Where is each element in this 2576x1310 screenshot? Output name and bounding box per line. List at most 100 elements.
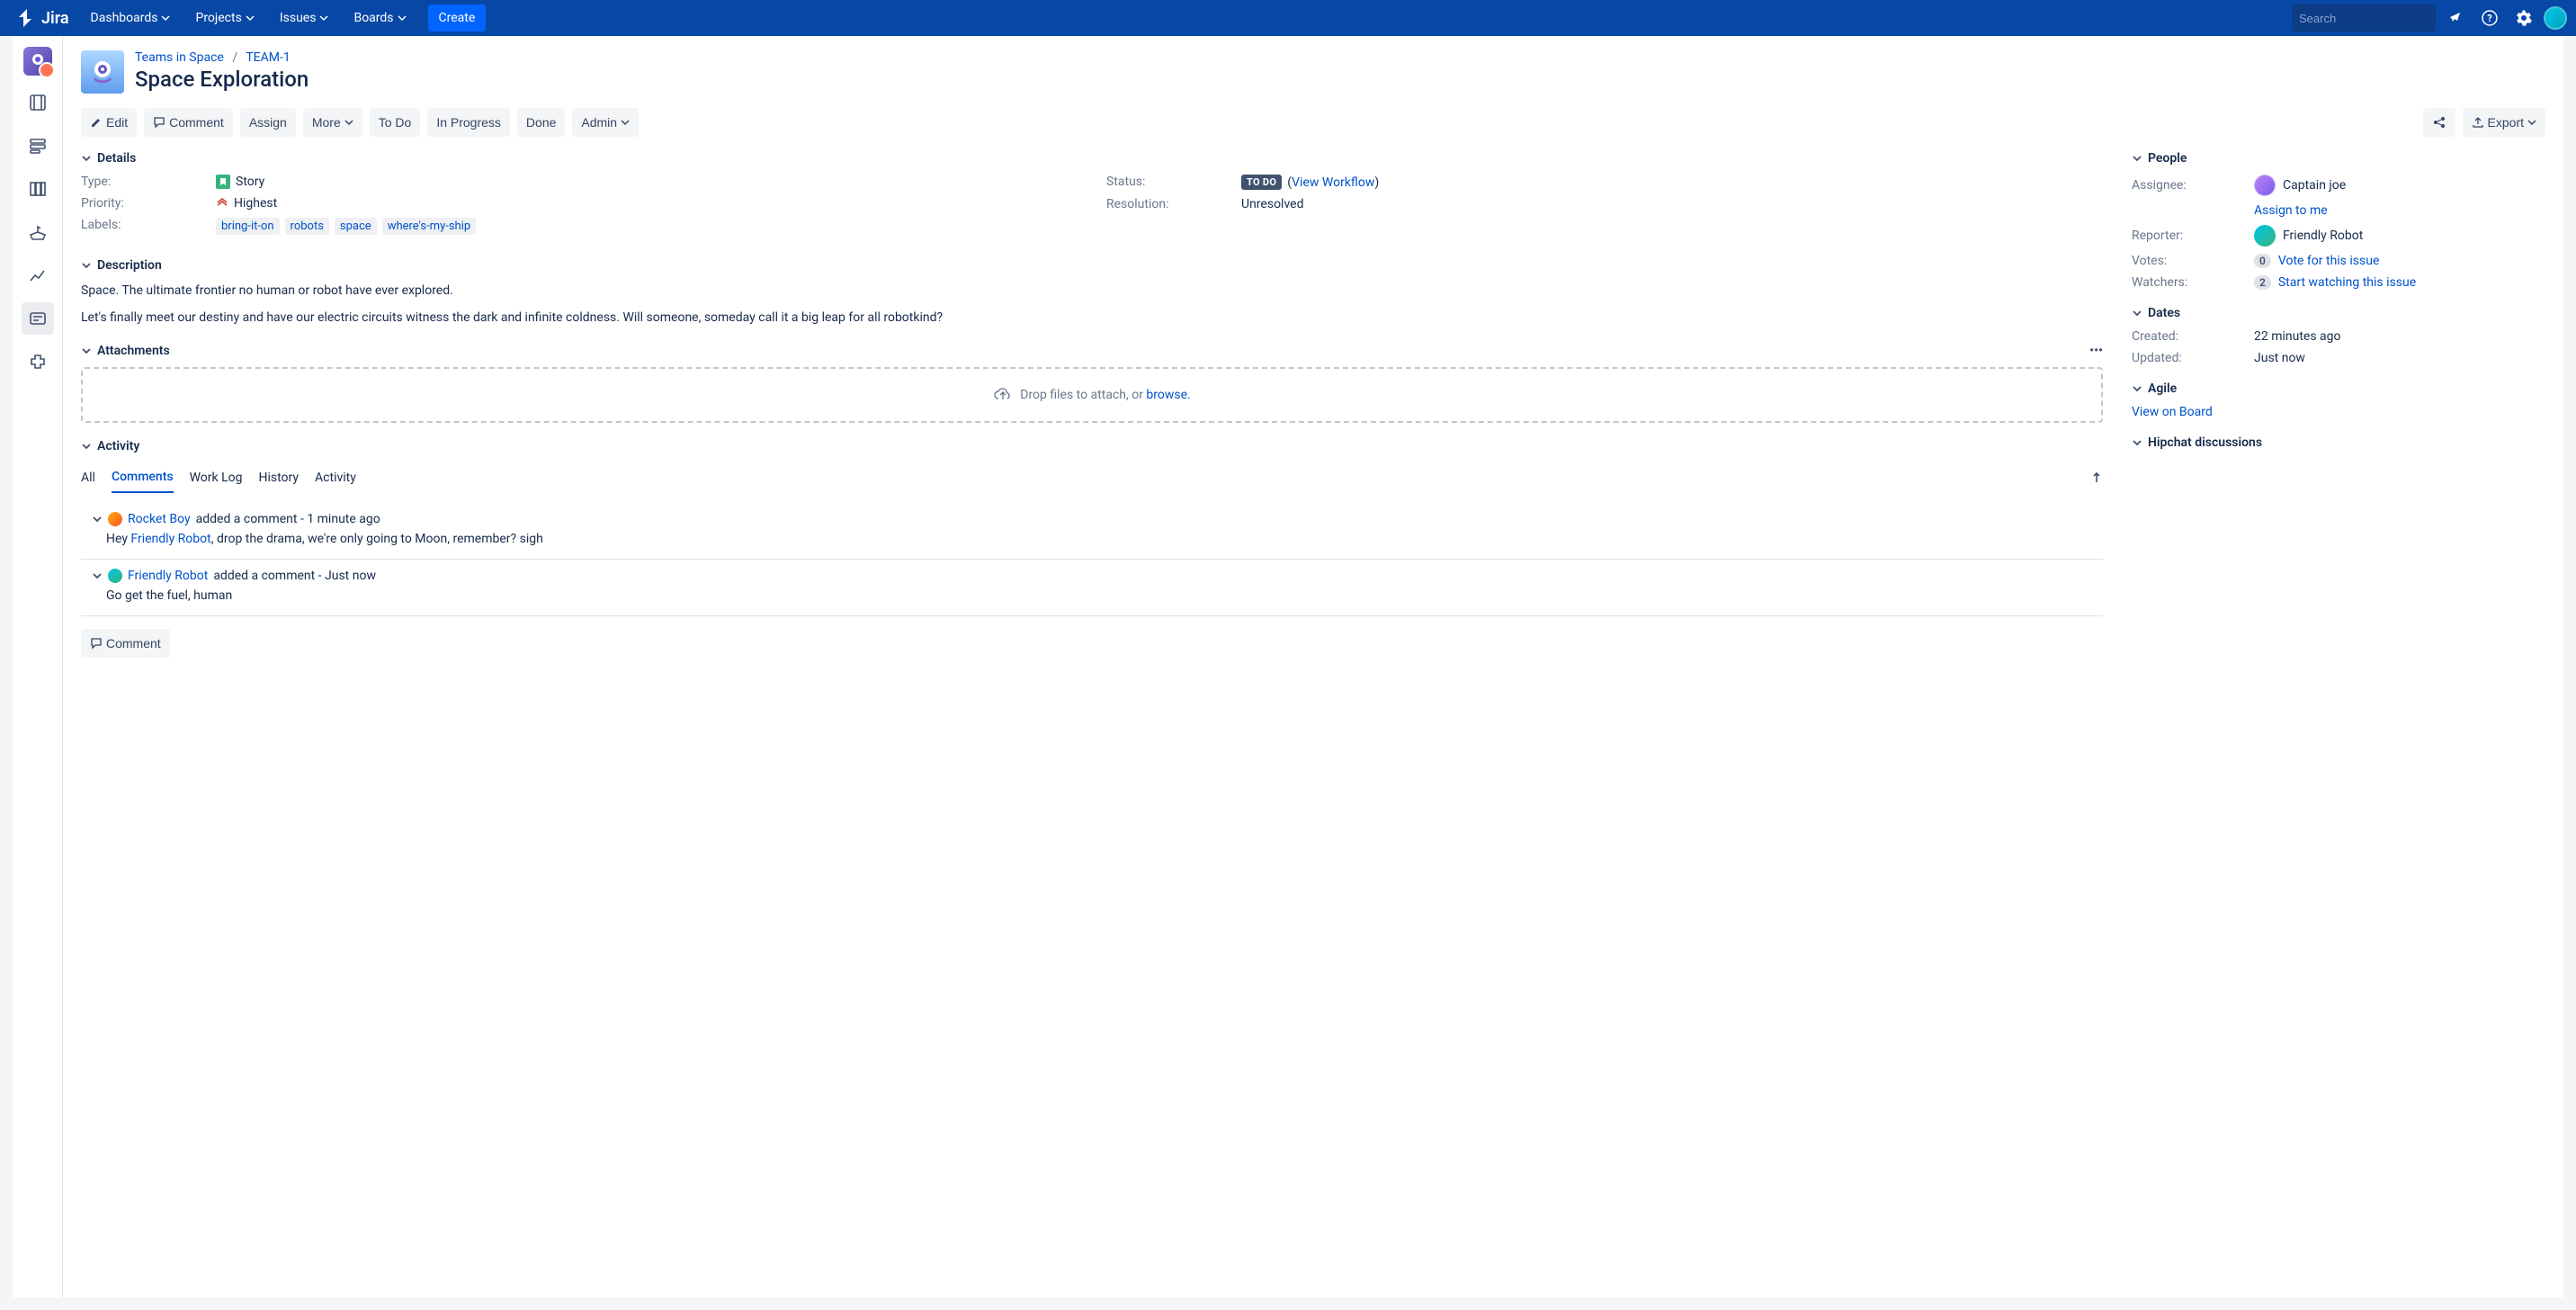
section-hipchat-header[interactable]: Hipchat discussions bbox=[2132, 435, 2545, 450]
add-comment-button[interactable]: Comment bbox=[81, 629, 170, 658]
nav-boards[interactable]: Boards bbox=[343, 0, 416, 36]
nav-issues[interactable]: Issues bbox=[269, 0, 340, 36]
comment-icon bbox=[153, 116, 165, 129]
top-nav: Jira Dashboards Projects Issues Boards C… bbox=[0, 0, 2576, 36]
section-description-header[interactable]: Description bbox=[81, 258, 2103, 273]
svg-text:?: ? bbox=[2487, 13, 2492, 24]
status-inprogress-button[interactable]: In Progress bbox=[427, 108, 510, 137]
search-input[interactable] bbox=[2299, 12, 2457, 25]
mention-link[interactable]: Friendly Robot bbox=[130, 532, 210, 546]
tab-worklog[interactable]: Work Log bbox=[190, 463, 243, 492]
type-value: Story bbox=[236, 175, 264, 189]
status-todo-button[interactable]: To Do bbox=[370, 108, 421, 137]
reporter-label: Reporter: bbox=[2132, 229, 2254, 243]
sidebar-issues[interactable] bbox=[22, 302, 54, 335]
chevron-down-icon bbox=[344, 118, 353, 127]
watch-link[interactable]: Start watching this issue bbox=[2278, 275, 2416, 290]
sort-button[interactable] bbox=[2090, 471, 2103, 484]
status-done-button[interactable]: Done bbox=[517, 108, 565, 137]
board-icon bbox=[28, 179, 48, 199]
votes-label: Votes: bbox=[2132, 254, 2254, 268]
label-pill[interactable]: robots bbox=[285, 218, 329, 235]
export-button[interactable]: Export bbox=[2463, 108, 2545, 137]
section-dates-header[interactable]: Dates bbox=[2132, 306, 2545, 320]
votes-count: 0 bbox=[2254, 254, 2271, 268]
assignee-avatar bbox=[2254, 175, 2276, 196]
commenter-avatar bbox=[108, 512, 122, 526]
browse-link[interactable]: browse. bbox=[1146, 388, 1190, 402]
tab-activity[interactable]: Activity bbox=[315, 463, 356, 492]
priority-value: Highest bbox=[234, 196, 277, 211]
share-button[interactable] bbox=[2423, 108, 2455, 137]
help-icon[interactable]: ? bbox=[2475, 4, 2504, 32]
chevron-down-icon bbox=[2132, 437, 2142, 448]
view-workflow-link[interactable]: View Workflow bbox=[1292, 175, 1374, 190]
profile-avatar[interactable] bbox=[2544, 6, 2567, 30]
comment-body: Hey Friendly Robot, drop the drama, we'r… bbox=[92, 532, 2103, 546]
assign-to-me-link[interactable]: Assign to me bbox=[2254, 203, 2328, 218]
chevron-down-icon bbox=[398, 13, 407, 22]
feedback-icon[interactable] bbox=[2441, 4, 2470, 32]
comment-author-link[interactable]: Rocket Boy bbox=[128, 512, 191, 526]
assign-button[interactable]: Assign bbox=[240, 108, 296, 137]
story-icon bbox=[216, 175, 230, 189]
section-attachments-header[interactable]: Attachments ••• bbox=[81, 344, 2103, 358]
reporter-value: Friendly Robot bbox=[2283, 229, 2363, 243]
reporter-avatar bbox=[2254, 225, 2276, 247]
sidebar-addons[interactable] bbox=[22, 345, 54, 378]
label-pill[interactable]: bring-it-on bbox=[216, 218, 280, 235]
cloud-upload-icon bbox=[993, 385, 1013, 405]
share-icon bbox=[2432, 115, 2446, 130]
comment-author-link[interactable]: Friendly Robot bbox=[128, 569, 208, 583]
chevron-down-icon bbox=[81, 345, 92, 356]
comment-meta: added a comment - Just now bbox=[213, 569, 376, 583]
nav-projects[interactable]: Projects bbox=[184, 0, 264, 36]
chevron-down-icon[interactable] bbox=[92, 514, 103, 525]
section-details-header[interactable]: Details bbox=[81, 151, 2103, 166]
sidebar-sprints[interactable] bbox=[22, 130, 54, 162]
edit-button[interactable]: Edit bbox=[81, 108, 137, 137]
reports-icon bbox=[28, 265, 48, 285]
sort-icon bbox=[2090, 471, 2103, 484]
project-avatar[interactable] bbox=[23, 47, 52, 76]
resolution-value: Unresolved bbox=[1241, 197, 2103, 211]
sidebar-board[interactable] bbox=[22, 173, 54, 205]
breadcrumb-issue-key[interactable]: TEAM-1 bbox=[246, 50, 290, 65]
tab-all[interactable]: All bbox=[81, 463, 95, 492]
attachments-dropzone[interactable]: Drop files to attach, or browse. bbox=[81, 367, 2103, 423]
comment-button[interactable]: Comment bbox=[144, 108, 233, 137]
create-button[interactable]: Create bbox=[428, 4, 487, 31]
project-icon bbox=[29, 52, 47, 70]
section-agile-header[interactable]: Agile bbox=[2132, 381, 2545, 396]
sidebar-releases[interactable] bbox=[22, 216, 54, 248]
more-button[interactable]: More bbox=[303, 108, 362, 137]
priority-label: Priority: bbox=[81, 196, 216, 211]
dropzone-text: Drop files to attach, or bbox=[1020, 388, 1146, 402]
comment-item: Rocket Boy added a comment - 1 minute ag… bbox=[81, 503, 2103, 560]
view-on-board-link[interactable]: View on Board bbox=[2132, 405, 2213, 419]
section-people-header[interactable]: People bbox=[2132, 151, 2545, 166]
status-lozenge: TO DO bbox=[1241, 175, 1282, 190]
nav-dashboards[interactable]: Dashboards bbox=[80, 0, 182, 36]
issue-project-avatar bbox=[81, 50, 124, 94]
addon-icon bbox=[28, 352, 48, 372]
watchers-count: 2 bbox=[2254, 275, 2271, 290]
sidebar-reports[interactable] bbox=[22, 259, 54, 292]
breadcrumb-project[interactable]: Teams in Space bbox=[135, 50, 224, 65]
settings-icon[interactable] bbox=[2509, 4, 2538, 32]
chevron-down-icon[interactable] bbox=[92, 570, 103, 581]
tab-comments[interactable]: Comments bbox=[112, 462, 174, 493]
attachments-more-button[interactable]: ••• bbox=[2089, 344, 2103, 358]
label-pill[interactable]: where's-my-ship bbox=[382, 218, 476, 235]
tab-history[interactable]: History bbox=[259, 463, 300, 492]
label-pill[interactable]: space bbox=[335, 218, 377, 235]
updated-value: Just now bbox=[2254, 351, 2545, 365]
admin-button[interactable]: Admin bbox=[572, 108, 639, 137]
section-activity-header[interactable]: Activity bbox=[81, 439, 2103, 453]
type-label: Type: bbox=[81, 175, 216, 189]
priority-highest-icon bbox=[216, 197, 228, 210]
sidebar-backlog[interactable] bbox=[22, 86, 54, 119]
search-box[interactable] bbox=[2292, 4, 2436, 31]
vote-link[interactable]: Vote for this issue bbox=[2278, 254, 2380, 268]
jira-logo[interactable]: Jira bbox=[9, 7, 76, 29]
